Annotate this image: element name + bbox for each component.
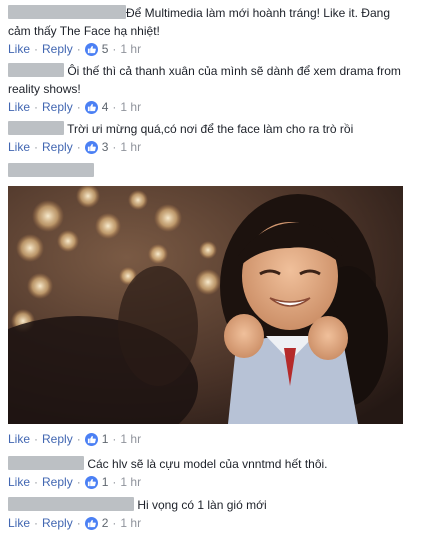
timestamp[interactable]: 1 hr — [120, 41, 141, 57]
author-name-redacted[interactable] — [8, 5, 126, 19]
timestamp[interactable]: 1 hr — [120, 474, 141, 490]
separator-dot: · — [112, 140, 117, 154]
thumbs-up-icon[interactable] — [84, 432, 98, 446]
separator-dot: · — [76, 100, 81, 114]
comment-actions: Like · Reply · 2 · 1 hr — [0, 515, 429, 531]
like-link[interactable]: Like — [8, 139, 30, 155]
separator-dot: · — [34, 100, 39, 114]
timestamp[interactable]: 1 hr — [120, 431, 141, 447]
separator-dot: · — [76, 516, 81, 530]
comment-5: Các hlv sẽ là cựu model của vnntmd hết t… — [0, 455, 429, 490]
author-name-redacted[interactable] — [8, 163, 94, 177]
separator-dot: · — [34, 140, 39, 154]
separator-dot: · — [34, 42, 39, 56]
comment-4 — [0, 162, 429, 180]
thumbs-up-icon[interactable] — [84, 516, 98, 530]
separator-dot: · — [34, 516, 39, 530]
like-link[interactable]: Like — [8, 474, 30, 490]
separator-dot: · — [34, 432, 39, 446]
comment-text: Trời ưi mừng quá,có nơi để the face làm … — [67, 122, 354, 136]
timestamp[interactable]: 1 hr — [120, 139, 141, 155]
like-link[interactable]: Like — [8, 431, 30, 447]
like-count[interactable]: 2 — [102, 515, 109, 531]
thumbs-up-icon[interactable] — [84, 42, 98, 56]
reply-link[interactable]: Reply — [42, 41, 73, 57]
separator-dot: · — [34, 475, 39, 489]
comment-6: Hi vọng có 1 làn gió mới Like · Reply · … — [0, 496, 429, 531]
comment-1: Để Multimedia làm mới hoành tráng! Like … — [0, 4, 429, 57]
like-count[interactable]: 5 — [102, 41, 109, 57]
like-count[interactable]: 3 — [102, 139, 109, 155]
separator-dot: · — [112, 475, 117, 489]
gif-image — [8, 186, 403, 424]
comment-text: Hi vọng có 1 làn gió mới — [137, 498, 267, 512]
reply-link[interactable]: Reply — [42, 431, 73, 447]
author-name-redacted[interactable] — [8, 456, 84, 470]
author-name-redacted[interactable] — [8, 497, 134, 511]
separator-dot: · — [76, 432, 81, 446]
reply-link[interactable]: Reply — [42, 515, 73, 531]
thumbs-up-icon[interactable] — [84, 100, 98, 114]
comment-2: Ôi thế thì cả thanh xuân của mình sẽ dàn… — [0, 62, 429, 115]
author-name-redacted[interactable] — [8, 63, 64, 77]
like-link[interactable]: Like — [8, 515, 30, 531]
thumbs-up-icon[interactable] — [84, 140, 98, 154]
comment-actions: Like · Reply · 4 · 1 hr — [0, 99, 429, 115]
comment-actions: Like · Reply · 5 · 1 hr — [0, 41, 429, 57]
like-count[interactable]: 1 — [102, 474, 109, 490]
like-link[interactable]: Like — [8, 41, 30, 57]
like-count[interactable]: 1 — [102, 431, 109, 447]
reply-link[interactable]: Reply — [42, 139, 73, 155]
separator-dot: · — [112, 516, 117, 530]
comment-actions: Like · Reply · 1 · 1 hr — [0, 474, 429, 490]
comment-text: Ôi thế thì cả thanh xuân của mình sẽ dàn… — [8, 64, 401, 96]
timestamp[interactable]: 1 hr — [120, 99, 141, 115]
comment-4-actions-row: Like · Reply · 1 · 1 hr — [0, 431, 429, 447]
reply-link[interactable]: Reply — [42, 99, 73, 115]
reply-link[interactable]: Reply — [42, 474, 73, 490]
separator-dot: · — [112, 42, 117, 56]
like-link[interactable]: Like — [8, 99, 30, 115]
gif-attachment[interactable] — [8, 186, 403, 424]
separator-dot: · — [76, 42, 81, 56]
comment-actions: Like · Reply · 3 · 1 hr — [0, 139, 429, 155]
like-count[interactable]: 4 — [102, 99, 109, 115]
timestamp[interactable]: 1 hr — [120, 515, 141, 531]
author-name-redacted[interactable] — [8, 121, 64, 135]
separator-dot: · — [112, 100, 117, 114]
separator-dot: · — [76, 140, 81, 154]
separator-dot: · — [112, 432, 117, 446]
comment-3: Trời ưi mừng quá,có nơi để the face làm … — [0, 120, 429, 155]
comment-text: Các hlv sẽ là cựu model của vnntmd hết t… — [87, 457, 328, 471]
separator-dot: · — [76, 475, 81, 489]
thumbs-up-icon[interactable] — [84, 475, 98, 489]
comment-actions: Like · Reply · 1 · 1 hr — [0, 431, 429, 447]
